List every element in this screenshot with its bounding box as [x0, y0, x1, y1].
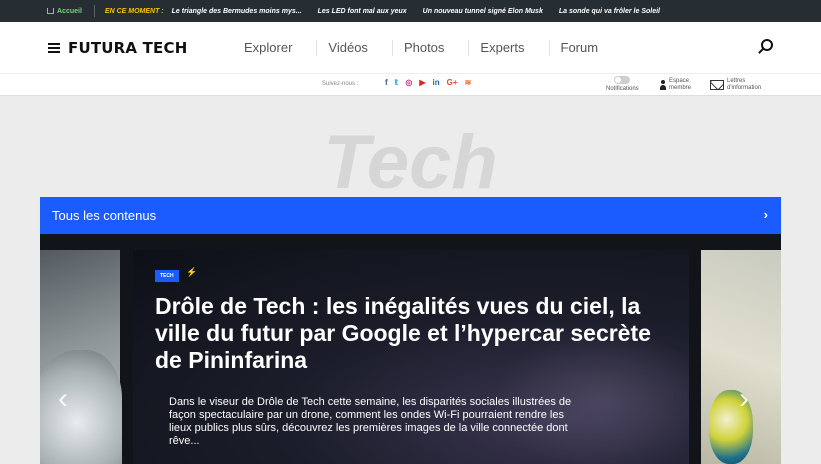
car-image — [40, 350, 122, 464]
category-badge[interactable]: TECH — [155, 270, 179, 282]
notifications-toggle[interactable]: Notifications — [606, 76, 639, 92]
notifications-label: Notifications — [606, 86, 639, 92]
home-label: Accueil — [57, 7, 82, 15]
toggle-icon — [614, 76, 631, 84]
nav-item-explorer[interactable]: Explorer — [233, 40, 316, 56]
ticker-divider — [93, 5, 95, 17]
article-excerpt: Dans le viseur de Drôle de Tech cette se… — [169, 396, 572, 447]
next-slide-image[interactable] — [701, 250, 781, 464]
home-link[interactable]: Accueil — [47, 8, 82, 15]
all-content-label[interactable]: Tous les contenus — [52, 208, 156, 223]
linkedin-icon[interactable]: in — [433, 78, 440, 87]
member-area-label: Espace membre — [669, 78, 691, 92]
member-area-line2: membre — [669, 85, 692, 91]
featured-carousel: TECH ⚡ Drôle de Tech : les inégalités vu… — [40, 234, 781, 464]
live-label: EN CE MOMENT : — [104, 7, 164, 15]
nav-item-experts[interactable]: Experts — [468, 39, 548, 56]
nav-item-forum[interactable]: Forum — [548, 39, 623, 56]
youtube-icon[interactable]: ▶ — [419, 78, 425, 87]
newsletter-label: Lettres d'information — [727, 78, 761, 92]
nav-item-videos[interactable]: Vidéos — [316, 39, 392, 56]
newsletter-line2: d'information — [727, 85, 762, 91]
featured-article-card[interactable]: TECH ⚡ Drôle de Tech : les inégalités vu… — [133, 250, 689, 464]
main-nav: Explorer Vidéos Photos Experts Forum — [233, 22, 622, 73]
newsletter-link[interactable]: Lettres d'information — [710, 78, 761, 92]
section-title: Tech — [323, 120, 498, 205]
article-headline[interactable]: Drôle de Tech : les inégalités vues du c… — [155, 293, 675, 374]
lightning-icon: ⚡ — [186, 267, 198, 277]
user-icon — [660, 80, 666, 90]
all-content-bar[interactable]: Tous les contenus › — [40, 197, 781, 234]
nav-item-photos[interactable]: Photos — [391, 39, 468, 56]
instagram-icon[interactable]: ◎ — [405, 78, 412, 87]
ticker-link[interactable]: Un nouveau tunnel signé Elon Musk — [423, 8, 543, 15]
menu-icon[interactable] — [48, 42, 60, 53]
top-ticker: Accueil EN CE MOMENT : Le triangle des B… — [0, 0, 821, 22]
member-area-link[interactable]: Espace membre — [660, 78, 691, 92]
home-icon — [47, 8, 54, 14]
ticker-link[interactable]: Le triangle des Bermudes moins mys... — [172, 8, 302, 15]
sub-header: Suivez-nous : f 𝕥 ◎ ▶ in G+ ≋ Notificati… — [0, 73, 821, 96]
social-links: f 𝕥 ◎ ▶ in G+ ≋ — [385, 78, 471, 87]
rss-icon[interactable]: ≋ — [465, 78, 472, 87]
twitter-icon[interactable]: 𝕥 — [395, 78, 399, 87]
envelope-icon — [710, 80, 724, 90]
carousel-prev-icon[interactable]: ‹ — [58, 384, 68, 414]
newsletter-line1: Lettres — [727, 78, 746, 84]
google-plus-icon[interactable]: G+ — [447, 78, 458, 87]
member-area-line1: Espace — [669, 78, 690, 84]
facebook-icon[interactable]: f — [385, 78, 388, 87]
carousel-next-icon[interactable]: › — [739, 384, 749, 414]
chevron-right-icon[interactable]: › — [764, 207, 768, 222]
main-header: FUTURA TECH Explorer Vidéos Photos Exper… — [0, 22, 821, 73]
search-icon[interactable] — [758, 39, 774, 56]
site-logo[interactable]: FUTURA TECH — [68, 39, 187, 57]
follow-label: Suivez-nous : — [322, 81, 359, 87]
previous-slide-image[interactable] — [40, 250, 122, 464]
ticker-link[interactable]: Les LED font mal aux yeux — [318, 8, 407, 15]
ticker-link[interactable]: La sonde qui va frôler le Soleil — [559, 8, 660, 15]
